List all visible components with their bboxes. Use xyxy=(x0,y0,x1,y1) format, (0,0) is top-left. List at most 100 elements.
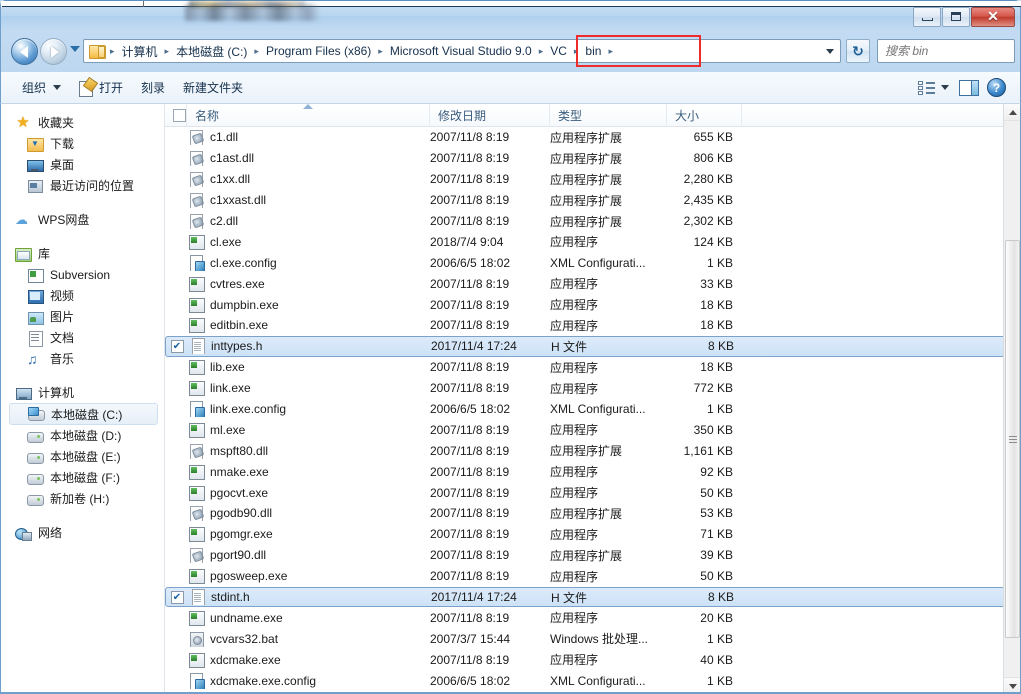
cell-name[interactable]: link.exe xyxy=(187,380,430,397)
breadcrumb-bin[interactable]: bin xyxy=(580,42,606,60)
sidebar-item-music[interactable]: ♫ 音乐 xyxy=(1,348,164,369)
back-button[interactable] xyxy=(11,38,38,65)
cell-name[interactable]: cl.exe.config xyxy=(187,254,430,271)
recent-locations-dropdown-icon[interactable] xyxy=(70,46,80,52)
minimize-button[interactable] xyxy=(913,6,941,27)
table-row[interactable]: xdcmake.exe 2007/11/8 8:19 应用程序 40 KB xyxy=(165,649,1020,670)
preview-pane-icon[interactable] xyxy=(959,79,979,96)
sidebar-group-libraries[interactable]: 库 xyxy=(1,243,164,264)
table-row[interactable]: stdint.h 2017/11/4 17:24 H 文件 8 KB xyxy=(165,586,1020,608)
maximize-button[interactable] xyxy=(942,6,970,27)
sidebar-item-wps-cloud[interactable]: ☁ WPS网盘 xyxy=(1,209,164,230)
sidebar-item-local-disk-c[interactable]: 本地磁盘 (C:) xyxy=(9,403,158,425)
select-all-header[interactable] xyxy=(165,104,187,127)
cell-name[interactable]: cvtres.exe xyxy=(187,276,430,292)
cell-name[interactable]: xdcmake.exe.config xyxy=(187,672,430,689)
table-row[interactable]: pgosweep.exe 2007/11/8 8:19 应用程序 50 KB xyxy=(165,566,1020,587)
table-row[interactable]: mspft80.dll 2007/11/8 8:19 应用程序扩展 1,161 KB xyxy=(165,440,1020,461)
sidebar-item-recent-places[interactable]: 最近访问的位置 xyxy=(1,175,164,196)
column-header-date[interactable]: 修改日期 xyxy=(430,104,550,127)
breadcrumb-separator[interactable]: ▸ xyxy=(163,46,172,57)
table-row[interactable]: vcvars32.bat 2007/3/7 15:44 Windows 批处理...… xyxy=(165,628,1020,649)
column-header-size[interactable]: 大小 xyxy=(667,104,742,127)
sidebar-item-documents[interactable]: 文档 xyxy=(1,327,164,348)
refresh-button[interactable]: ↻ xyxy=(846,39,870,63)
row-checkbox[interactable] xyxy=(170,590,184,604)
cell-name[interactable]: pgodb90.dll xyxy=(187,505,430,522)
cell-name[interactable]: c1ast.dll xyxy=(187,150,430,167)
cell-name[interactable]: pgomgr.exe xyxy=(187,526,430,543)
file-list-pane[interactable]: 名称 修改日期 类型 大小 c1.dll 2007/11/8 8:19 应用程序扩展… xyxy=(165,104,1020,694)
address-dropdown-icon[interactable] xyxy=(826,49,834,54)
sidebar-item-network[interactable]: 网络 xyxy=(1,522,164,543)
column-header-name[interactable]: 名称 xyxy=(187,104,430,127)
row-checkbox[interactable] xyxy=(170,339,184,353)
view-options-icon[interactable] xyxy=(918,80,936,96)
table-row[interactable]: c2.dll 2007/11/8 8:19 应用程序扩展 2,302 KB xyxy=(165,211,1020,232)
navigation-pane[interactable]: ★ 收藏夹 下载 桌面 最近访问的位置 ☁ WPS网盘 xyxy=(1,104,165,694)
table-row[interactable]: pgocvt.exe 2007/11/8 8:19 应用程序 50 KB xyxy=(165,482,1020,503)
sidebar-item-downloads[interactable]: 下载 xyxy=(1,133,164,154)
cell-name[interactable]: c1xxast.dll xyxy=(187,192,430,209)
cell-name[interactable]: dumpbin.exe xyxy=(187,297,430,313)
sidebar-item-videos[interactable]: 视频 xyxy=(1,285,164,306)
table-row[interactable]: pgodb90.dll 2007/11/8 8:19 应用程序扩展 53 KB xyxy=(165,503,1020,524)
breadcrumb-separator[interactable]: ▸ xyxy=(606,46,615,57)
table-row[interactable]: cl.exe.config 2006/6/5 18:02 XML Configura… xyxy=(165,252,1020,273)
breadcrumb-separator[interactable]: ▸ xyxy=(537,46,546,57)
table-row[interactable]: dumpbin.exe 2007/11/8 8:19 应用程序 18 KB xyxy=(165,294,1020,315)
column-header-type[interactable]: 类型 xyxy=(550,104,667,127)
cell-name[interactable]: editbin.exe xyxy=(187,317,430,334)
vertical-scrollbar[interactable] xyxy=(1003,104,1020,694)
view-dropdown-icon[interactable] xyxy=(941,85,949,90)
breadcrumb-separator[interactable]: ▸ xyxy=(572,46,581,57)
table-row[interactable]: pgomgr.exe 2007/11/8 8:19 应用程序 71 KB xyxy=(165,524,1020,545)
cell-name[interactable]: inttypes.h xyxy=(188,338,431,355)
table-row[interactable]: c1ast.dll 2007/11/8 8:19 应用程序扩展 806 KB xyxy=(165,148,1020,169)
table-row[interactable]: undname.exe 2007/11/8 8:19 应用程序 20 KB xyxy=(165,607,1020,628)
file-rows-container[interactable]: c1.dll 2007/11/8 8:19 应用程序扩展 655 KB c1ast.dl… xyxy=(165,127,1020,691)
cell-name[interactable]: mspft80.dll xyxy=(187,443,430,459)
sidebar-item-local-disk-d[interactable]: 本地磁盘 (D:) xyxy=(1,425,164,446)
table-row[interactable]: editbin.exe 2007/11/8 8:19 应用程序 18 KB xyxy=(165,315,1020,336)
cell-name[interactable]: lib.exe xyxy=(187,359,430,376)
table-row[interactable]: nmake.exe 2007/11/8 8:19 应用程序 92 KB xyxy=(165,461,1020,482)
table-row[interactable]: pgort90.dll 2007/11/8 8:19 应用程序扩展 39 KB xyxy=(165,545,1020,566)
sidebar-item-pictures[interactable]: 图片 xyxy=(1,306,164,327)
burn-button[interactable]: 刻录 xyxy=(132,75,174,101)
open-button[interactable]: 打开 xyxy=(70,75,132,101)
cell-name[interactable]: pgosweep.exe xyxy=(187,568,430,585)
table-row[interactable]: c1.dll 2007/11/8 8:19 应用程序扩展 655 KB xyxy=(165,127,1020,148)
cell-name[interactable]: pgort90.dll xyxy=(187,547,430,564)
sidebar-item-desktop[interactable]: 桌面 xyxy=(1,154,164,175)
table-row[interactable]: lib.exe 2007/11/8 8:19 应用程序 18 KB xyxy=(165,357,1020,378)
forward-button[interactable] xyxy=(40,38,67,65)
table-row[interactable]: xdcmake.exe.config 2006/6/5 18:02 XML Conf… xyxy=(165,670,1020,691)
cell-name[interactable]: undname.exe xyxy=(187,610,430,626)
organize-button[interactable]: 组织 xyxy=(13,75,70,101)
close-button[interactable]: ✕ xyxy=(971,6,1015,27)
cell-name[interactable]: xdcmake.exe xyxy=(187,652,430,668)
sidebar-item-subversion[interactable]: Subversion xyxy=(1,264,164,285)
breadcrumb-computer[interactable]: 计算机 xyxy=(117,41,163,62)
sidebar-item-local-disk-f[interactable]: 本地磁盘 (F:) xyxy=(1,467,164,488)
search-box[interactable]: 🔍 xyxy=(877,39,1021,63)
cell-name[interactable]: ml.exe xyxy=(187,422,430,438)
cell-name[interactable]: c2.dll xyxy=(187,213,430,229)
sidebar-item-new-volume-h[interactable]: 新加卷 (H:) xyxy=(1,488,164,509)
breadcrumb-vc[interactable]: VC xyxy=(545,42,572,60)
cell-name[interactable]: stdint.h xyxy=(188,589,431,606)
table-row[interactable]: link.exe 2007/11/8 8:19 应用程序 772 KB xyxy=(165,378,1020,399)
select-all-checkbox[interactable] xyxy=(173,108,186,122)
table-row[interactable]: cl.exe 2018/7/4 9:04 应用程序 124 KB xyxy=(165,231,1020,252)
scroll-up-button[interactable] xyxy=(1004,104,1020,121)
cell-name[interactable]: c1.dll xyxy=(187,129,430,146)
table-row[interactable]: inttypes.h 2017/11/4 17:24 H 文件 8 KB xyxy=(165,335,1020,357)
breadcrumb-visual-studio[interactable]: Microsoft Visual Studio 9.0 xyxy=(385,42,537,60)
cell-name[interactable]: vcvars32.bat xyxy=(187,631,430,647)
cell-name[interactable]: c1xx.dll xyxy=(187,171,430,188)
title-bar[interactable]: ✕ xyxy=(0,0,1021,31)
address-bar[interactable]: ▸ 计算机 ▸ 本地磁盘 (C:) ▸ Program Files (x86) … xyxy=(83,39,841,63)
cell-name[interactable]: cl.exe xyxy=(187,234,430,250)
breadcrumb-local-disk-c[interactable]: 本地磁盘 (C:) xyxy=(171,41,252,62)
